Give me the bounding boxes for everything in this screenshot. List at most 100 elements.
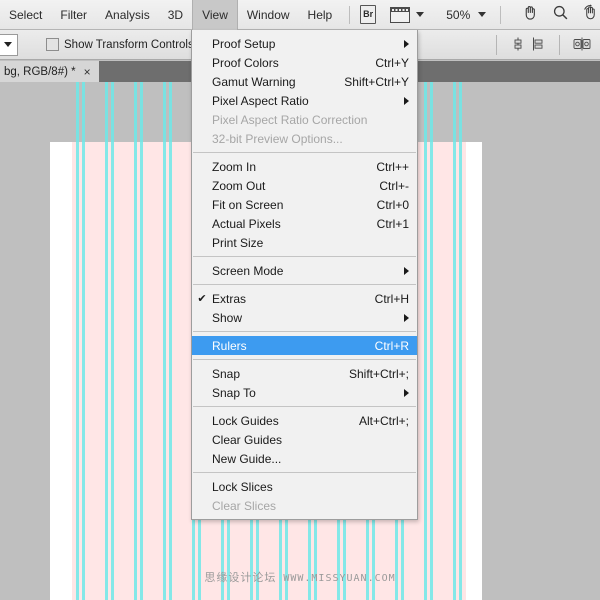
show-transform-controls-label: Show Transform Controls xyxy=(64,38,194,51)
options-divider-3 xyxy=(559,34,560,55)
submenu-arrow-icon xyxy=(404,388,409,397)
menu-item-help[interactable]: Help xyxy=(299,0,342,30)
menu-option-label: Snap xyxy=(212,366,241,381)
menu-option-label: Pixel Aspect Ratio Correction xyxy=(212,112,368,127)
menu-option-label: Zoom In xyxy=(212,159,257,174)
menu-option-pixel-aspect-ratio[interactable]: Pixel Aspect Ratio xyxy=(192,91,417,110)
menu-option-snap-to[interactable]: Snap To xyxy=(192,383,417,402)
submenu-arrow-icon xyxy=(404,266,409,275)
menu-option-proof-setup[interactable]: Proof Setup xyxy=(192,34,417,53)
submenu-arrow-icon xyxy=(404,96,409,105)
show-transform-controls-checkbox[interactable]: Show Transform Controls xyxy=(46,38,194,51)
menu-option-label: 32-bit Preview Options... xyxy=(212,131,343,146)
zoom-chevron-down-icon[interactable] xyxy=(478,12,487,17)
menu-option-shortcut: Ctrl+- xyxy=(379,178,409,193)
menu-option-actual-pixels[interactable]: Actual Pixels Ctrl+1 xyxy=(192,214,417,233)
document-tab[interactable]: bg, RGB/8#) * × xyxy=(0,61,99,82)
menu-item-view[interactable]: View xyxy=(192,0,238,30)
distribute-vertical-centers-icon[interactable] xyxy=(510,37,525,52)
close-icon[interactable]: × xyxy=(84,65,91,79)
menu-option-label: Extras xyxy=(212,291,247,306)
menu-item-analysis[interactable]: Analysis xyxy=(96,0,159,30)
menu-separator xyxy=(193,331,416,332)
submenu-arrow-icon xyxy=(404,39,409,48)
menu-option-shortcut: Ctrl+Y xyxy=(375,55,409,70)
menu-option-zoom-in[interactable]: Zoom In Ctrl++ xyxy=(192,157,417,176)
menu-separator xyxy=(193,472,416,473)
menu-separator xyxy=(193,256,416,257)
hand-icon[interactable] xyxy=(522,4,539,25)
menu-option-new-guide[interactable]: New Guide... xyxy=(192,449,417,468)
menu-option-label: Proof Colors xyxy=(212,55,279,70)
menu-option-show[interactable]: Show xyxy=(192,308,417,327)
options-divider-2 xyxy=(496,34,497,55)
menu-option-fit-on-screen[interactable]: Fit on Screen Ctrl+0 xyxy=(192,195,417,214)
menu-item-3d[interactable]: 3D xyxy=(159,0,192,30)
menu-option-label: New Guide... xyxy=(212,451,282,466)
menu-option-label: Pixel Aspect Ratio xyxy=(212,93,309,108)
check-icon: ✔ xyxy=(197,293,207,305)
menu-option-label: Lock Slices xyxy=(212,479,273,494)
menu-option-label: Fit on Screen xyxy=(212,197,284,212)
chevron-down-icon[interactable] xyxy=(416,12,425,17)
menu-option-proof-colors[interactable]: Proof Colors Ctrl+Y xyxy=(192,53,417,72)
menu-option-extras[interactable]: ✔ Extras Ctrl+H xyxy=(192,289,417,308)
menu-option-label: Proof Setup xyxy=(212,36,276,51)
menu-item-window[interactable]: Window xyxy=(238,0,299,30)
menu-option-32-bit-preview-options: 32-bit Preview Options... xyxy=(192,129,417,148)
menu-option-shortcut: Ctrl+1 xyxy=(376,216,409,231)
tool-preset-dropdown[interactable] xyxy=(0,33,18,56)
bridge-icon[interactable]: Br xyxy=(359,5,377,24)
menu-option-shortcut: Ctrl+0 xyxy=(376,197,409,212)
menu-option-label: Zoom Out xyxy=(212,178,266,193)
submenu-arrow-icon xyxy=(404,313,409,322)
menu-bar: Select Filter Analysis 3D View Window He… xyxy=(0,0,600,30)
menu-option-print-size[interactable]: Print Size xyxy=(192,233,417,252)
menu-option-label: Rulers xyxy=(212,338,247,353)
menu-option-label: Print Size xyxy=(212,235,264,250)
menu-option-shortcut: Alt+Ctrl+; xyxy=(358,413,409,428)
menu-option-gamut-warning[interactable]: Gamut Warning Shift+Ctrl+Y xyxy=(192,72,417,91)
menu-separator xyxy=(193,152,416,153)
menu-option-shortcut: Ctrl++ xyxy=(376,159,409,174)
document-tab-title: bg, RGB/8#) * xyxy=(4,65,76,78)
menu-item-select[interactable]: Select xyxy=(0,0,51,30)
watermark-url-text: WWW.MISSYUAN.COM xyxy=(283,573,396,584)
zoom-icon[interactable] xyxy=(552,4,569,25)
menu-option-label: Clear Guides xyxy=(212,432,283,447)
menu-separator xyxy=(193,284,416,285)
menu-option-label: Show xyxy=(212,310,243,325)
menu-option-screen-mode[interactable]: Screen Mode xyxy=(192,261,417,280)
menu-option-clear-guides[interactable]: Clear Guides xyxy=(192,430,417,449)
auto-align-layers-icon[interactable] xyxy=(573,37,591,52)
chevron-down-icon xyxy=(4,42,12,47)
zoom-level-value[interactable]: 50% xyxy=(446,8,470,22)
menu-option-label: Lock Guides xyxy=(212,413,279,428)
view-dropdown-menu[interactable]: Proof Setup Proof Colors Ctrl+Y Gamut Warni… xyxy=(191,30,418,520)
menu-option-lock-slices[interactable]: Lock Slices xyxy=(192,477,417,496)
menu-option-zoom-out[interactable]: Zoom Out Ctrl+- xyxy=(192,176,417,195)
mini-bridge-icon[interactable] xyxy=(390,6,425,23)
menu-item-filter[interactable]: Filter xyxy=(51,0,96,30)
menu-option-lock-guides[interactable]: Lock Guides Alt+Ctrl+; xyxy=(192,411,417,430)
menu-option-shortcut: Ctrl+H xyxy=(374,291,409,306)
menu-option-label: Screen Mode xyxy=(212,263,284,278)
menu-option-rulers[interactable]: Rulers Ctrl+R xyxy=(192,336,417,355)
menu-option-label: Clear Slices xyxy=(212,498,277,513)
menubar-divider-2 xyxy=(500,5,501,24)
distribute-right-edges-icon[interactable] xyxy=(531,37,546,52)
menu-separator xyxy=(193,359,416,360)
menu-option-label: Snap To xyxy=(212,385,256,400)
menu-option-shortcut: Shift+Ctrl+; xyxy=(348,366,409,381)
menu-option-pixel-aspect-ratio-correction: Pixel Aspect Ratio Correction xyxy=(192,110,417,129)
menu-option-label: Actual Pixels xyxy=(212,216,281,231)
rotate-view-icon[interactable] xyxy=(582,4,600,25)
menu-option-shortcut: Shift+Ctrl+Y xyxy=(344,74,409,89)
menu-option-shortcut: Ctrl+R xyxy=(374,338,409,353)
menu-separator xyxy=(193,406,416,407)
watermark: 思缘设计论坛 WWW.MISSYUAN.COM xyxy=(0,569,600,585)
menu-option-label: Gamut Warning xyxy=(212,74,296,89)
menu-option-clear-slices: Clear Slices xyxy=(192,496,417,515)
checkbox-box-icon xyxy=(46,38,59,51)
menu-option-snap[interactable]: Snap Shift+Ctrl+; xyxy=(192,364,417,383)
